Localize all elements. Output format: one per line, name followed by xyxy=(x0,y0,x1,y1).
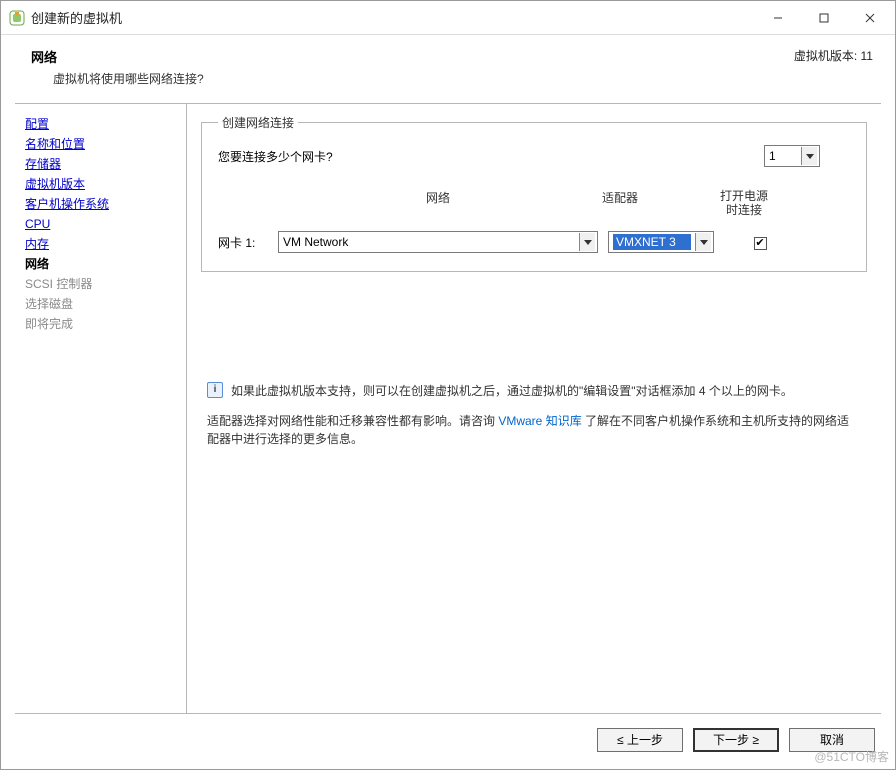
dropdown-arrow-icon xyxy=(695,233,711,251)
vm-version-label: 虚拟机版本: 11 xyxy=(794,47,873,64)
wizard-body: 配置 名称和位置 存储器 虚拟机版本 客户机操作系统 CPU 内存 网络 SCS… xyxy=(15,103,881,713)
info-tip-1-text: 如果此虚拟机版本支持，则可以在创建虚拟机之后，通过虚拟机的"编辑设置"对话框添加… xyxy=(231,382,793,400)
groupbox-legend: 创建网络连接 xyxy=(218,114,298,131)
sidebar-item-storage[interactable]: 存储器 xyxy=(25,154,180,174)
column-headers: 网络 适配器 打开电源时连接 xyxy=(218,189,850,217)
column-adapter: 适配器 xyxy=(598,189,716,217)
close-button[interactable] xyxy=(847,3,893,33)
nic-1-network-select[interactable]: VM Network xyxy=(278,231,598,253)
nic-count-value: 1 xyxy=(769,149,797,163)
nic-1-label: 网卡 1: xyxy=(218,234,278,251)
nic-1-adapter-value: VMXNET 3 xyxy=(613,234,691,250)
back-button[interactable]: ≤ 上一步 xyxy=(597,728,683,752)
sidebar-item-configuration[interactable]: 配置 xyxy=(25,114,180,134)
window-controls xyxy=(755,3,893,33)
vmware-kb-link[interactable]: VMware 知识库 xyxy=(498,414,581,428)
cancel-button[interactable]: 取消 xyxy=(789,728,875,752)
sidebar-item-select-disk: 选择磁盘 xyxy=(25,294,180,314)
wizard-content: 创建网络连接 您要连接多少个网卡? 1 网络 适配器 打开电源时连接 网卡 1: xyxy=(187,104,881,713)
info-tip-2: 适配器选择对网络性能和迁移兼容性都有影响。请咨询 VMware 知识库 了解在不… xyxy=(207,412,861,448)
app-icon xyxy=(9,10,25,26)
nic-1-connect-cell: ✔ xyxy=(732,235,788,250)
window-title: 创建新的虚拟机 xyxy=(31,8,122,27)
wizard-header: 网络 虚拟机将使用哪些网络连接? 虚拟机版本: 11 xyxy=(1,35,895,97)
info-block: i 如果此虚拟机版本支持，则可以在创建虚拟机之后，通过虚拟机的"编辑设置"对话框… xyxy=(201,382,867,448)
wizard-steps-sidebar: 配置 名称和位置 存储器 虚拟机版本 客户机操作系统 CPU 内存 网络 SCS… xyxy=(15,104,187,713)
minimize-button[interactable] xyxy=(755,3,801,33)
column-network: 网络 xyxy=(278,189,598,217)
sidebar-item-vm-version[interactable]: 虚拟机版本 xyxy=(25,174,180,194)
sidebar-item-scsi: SCSI 控制器 xyxy=(25,274,180,294)
nic-count-select[interactable]: 1 xyxy=(764,145,820,167)
header-left: 网络 虚拟机将使用哪些网络连接? xyxy=(31,47,204,87)
title-left: 创建新的虚拟机 xyxy=(9,8,122,27)
page-title: 网络 xyxy=(31,47,204,66)
sidebar-item-memory[interactable]: 内存 xyxy=(25,234,180,254)
sidebar-item-cpu[interactable]: CPU xyxy=(25,214,180,234)
sidebar-item-network: 网络 xyxy=(25,254,180,274)
info-tip-1: i 如果此虚拟机版本支持，则可以在创建虚拟机之后，通过虚拟机的"编辑设置"对话框… xyxy=(207,382,861,400)
dropdown-arrow-icon xyxy=(801,147,817,165)
sidebar-item-guest-os[interactable]: 客户机操作系统 xyxy=(25,194,180,214)
column-power-on-connect: 打开电源时连接 xyxy=(716,189,772,217)
wizard-window: 创建新的虚拟机 网络 虚拟机将使用哪些网络连接? 虚拟机版本: 11 配置 名称… xyxy=(0,0,896,770)
info-icon: i xyxy=(207,382,223,398)
page-subtitle: 虚拟机将使用哪些网络连接? xyxy=(53,70,204,87)
nic-1-network-value: VM Network xyxy=(283,235,575,249)
maximize-button[interactable] xyxy=(801,3,847,33)
next-button[interactable]: 下一步 ≥ xyxy=(693,728,779,752)
sidebar-item-name-location[interactable]: 名称和位置 xyxy=(25,134,180,154)
nic-count-row: 您要连接多少个网卡? 1 xyxy=(218,145,850,167)
wizard-footer: ≤ 上一步 下一步 ≥ 取消 xyxy=(15,713,881,765)
nic-count-label: 您要连接多少个网卡? xyxy=(218,148,764,165)
network-groupbox: 创建网络连接 您要连接多少个网卡? 1 网络 适配器 打开电源时连接 网卡 1: xyxy=(201,114,867,272)
nic-1-connect-checkbox[interactable]: ✔ xyxy=(754,237,767,250)
info-tip-2-pre: 适配器选择对网络性能和迁移兼容性都有影响。请咨询 xyxy=(207,414,498,428)
nic-1-row: 网卡 1: VM Network VMXNET 3 ✔ xyxy=(218,231,850,253)
titlebar: 创建新的虚拟机 xyxy=(1,1,895,35)
sidebar-item-ready: 即将完成 xyxy=(25,314,180,334)
dropdown-arrow-icon xyxy=(579,233,595,251)
nic-1-adapter-select[interactable]: VMXNET 3 xyxy=(608,231,714,253)
